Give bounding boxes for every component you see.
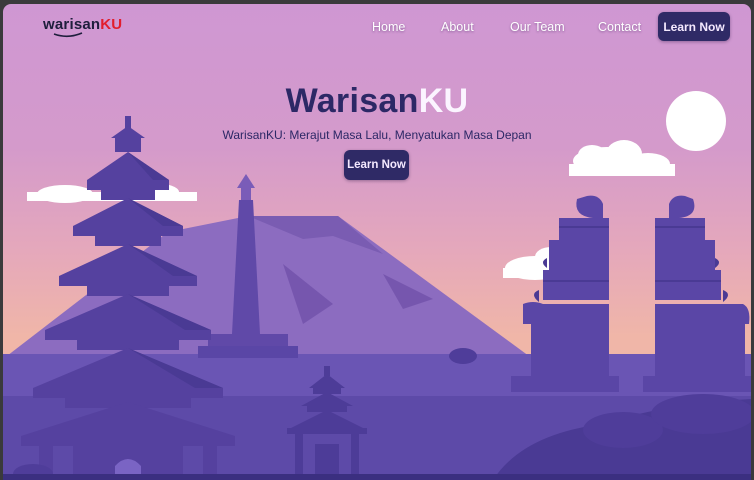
- hero-learn-now-button[interactable]: Learn Now: [344, 150, 409, 180]
- brand-name-part1: warisan: [43, 16, 101, 33]
- nav-link-home[interactable]: Home: [372, 20, 405, 34]
- nav-learn-now-button[interactable]: Learn Now: [658, 12, 730, 41]
- hero-title-part2: KU: [418, 82, 469, 120]
- nav-link-contact[interactable]: Contact: [598, 20, 641, 34]
- brand-name-part2: KU: [100, 16, 123, 33]
- hero-title: WarisanKU: [3, 82, 751, 121]
- hero-title-part1: Warisan: [285, 82, 419, 120]
- nav-link-our-team[interactable]: Our Team: [510, 20, 565, 34]
- logo-swoosh-icon: [53, 32, 83, 38]
- heritage-landscape: [3, 91, 751, 480]
- nav-link-about[interactable]: About: [441, 20, 474, 34]
- hero-subtitle: WarisanKU: Merajut Masa Lalu, Menyatukan…: [222, 128, 532, 142]
- brand-logo[interactable]: warisanKU: [43, 16, 122, 33]
- cloud-icon: [569, 140, 675, 176]
- landing-page: warisanKU Home About Our Team Contact Le…: [3, 4, 751, 480]
